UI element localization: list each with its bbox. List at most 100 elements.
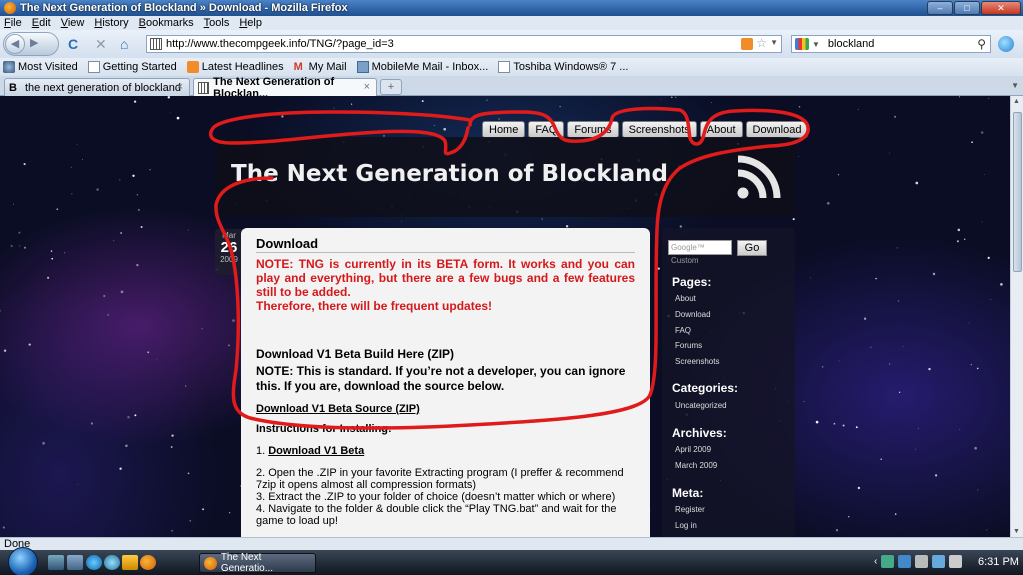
star — [889, 152, 891, 154]
download-beta-link[interactable]: Download V1 Beta — [268, 445, 364, 457]
tray-expand-icon[interactable]: ‹ — [874, 556, 877, 567]
url-text[interactable]: http://www.thecompgeek.info/TNG/?page_id… — [166, 38, 394, 50]
tray-battery-icon[interactable] — [898, 555, 912, 568]
firefox-icon[interactable] — [140, 555, 156, 570]
download-source-link[interactable]: Download V1 Beta Source (ZIP) — [256, 403, 420, 415]
scroll-up-icon[interactable]: ▲ — [1013, 98, 1020, 105]
site-title[interactable]: The Next Generation of Blockland — [231, 161, 668, 187]
star — [968, 322, 970, 324]
star — [281, 115, 284, 118]
menu-tools[interactable]: Tools — [204, 17, 230, 29]
vertical-scrollbar[interactable]: ▲ ▼ — [1010, 96, 1023, 537]
nav-home-button[interactable]: Home — [482, 121, 526, 138]
star — [897, 300, 900, 302]
nav-faq-button[interactable]: FAQ — [528, 121, 565, 138]
addon-icon[interactable] — [998, 36, 1014, 52]
internet-explorer-icon[interactable] — [86, 555, 102, 570]
sidebar-page-about[interactable]: About — [675, 294, 696, 303]
media-player-icon[interactable] — [104, 555, 120, 570]
url-dropdown-icon[interactable]: ▼ — [770, 38, 778, 47]
tab-download-page[interactable]: The Next Generation of Blocklan... × — [193, 76, 377, 100]
sidebar-page-faq[interactable]: FAQ — [675, 326, 691, 335]
site-favicon-icon — [150, 38, 162, 50]
star — [957, 228, 961, 232]
bookmark-my-mail[interactable]: M My Mail — [294, 61, 347, 73]
tray-volume-icon[interactable] — [949, 555, 963, 568]
star — [835, 529, 839, 532]
switch-windows-icon[interactable] — [67, 555, 83, 570]
sidebar: Google™ Custom Go Pages: About Download … — [662, 228, 795, 548]
back-button[interactable]: ◀ — [5, 34, 25, 54]
sidebar-archive-april-2009[interactable]: April 2009 — [675, 445, 711, 454]
bookmark-star-icon[interactable]: ☆ — [756, 36, 767, 50]
tab-blockland-search[interactable]: B the next generation of blockland × — [4, 78, 190, 96]
sidebar-archive-march-2009[interactable]: March 2009 — [675, 461, 717, 470]
start-button[interactable] — [8, 547, 38, 575]
menu-help[interactable]: Help — [239, 17, 262, 29]
search-go-button[interactable]: Go — [737, 240, 767, 256]
sidebar-page-forums[interactable]: Forums — [675, 341, 702, 350]
star — [981, 221, 983, 223]
bookmark-latest-headlines[interactable]: Latest Headlines — [186, 61, 284, 73]
sidebar-category-uncategorized[interactable]: Uncategorized — [675, 401, 727, 410]
show-desktop-icon[interactable] — [48, 555, 64, 570]
bookmark-getting-started[interactable]: Getting Started — [87, 61, 177, 73]
taskbar-firefox-window[interactable]: The Next Generatio... — [199, 552, 316, 574]
tab-bar: B the next generation of blockland × The… — [0, 76, 1023, 100]
search-bar[interactable]: ▼ blockland ⚲ — [791, 35, 991, 53]
menu-edit[interactable]: Edit — [32, 17, 51, 29]
star — [956, 240, 959, 243]
menu-bookmarks[interactable]: Bookmarks — [139, 17, 194, 29]
rss-feed-icon[interactable] — [735, 155, 781, 201]
scroll-down-icon[interactable]: ▼ — [1013, 528, 1020, 535]
star — [136, 193, 139, 196]
tray-wifi-icon[interactable] — [932, 555, 946, 568]
tab-close-icon[interactable]: × — [177, 81, 183, 93]
url-bar[interactable]: http://www.thecompgeek.info/TNG/?page_id… — [146, 35, 782, 53]
google-engine-icon[interactable] — [795, 38, 809, 50]
menu-view[interactable]: View — [61, 17, 85, 29]
star — [660, 99, 662, 100]
new-tab-button[interactable]: + — [380, 79, 402, 95]
google-custom-search-input[interactable]: Google™ Custom — [668, 240, 732, 265]
menu-file[interactable]: File — [4, 17, 22, 29]
reload-icon[interactable]: C — [68, 37, 78, 51]
sidebar-page-download[interactable]: Download — [675, 310, 711, 319]
home-icon[interactable]: ⌂ — [120, 37, 128, 51]
star — [915, 448, 916, 450]
rss-feed-icon[interactable] — [741, 38, 753, 50]
tray-app-icon[interactable] — [915, 555, 929, 568]
star — [870, 346, 872, 348]
bookmark-most-visited[interactable]: Most Visited — [3, 61, 78, 73]
nav-screenshots-button[interactable]: Screenshots — [621, 121, 697, 138]
bookmark-toshiba[interactable]: Toshiba Windows® 7 ... — [498, 61, 628, 73]
clock[interactable]: 6:31 PM — [978, 556, 1019, 568]
maximize-button[interactable]: □ — [954, 1, 980, 15]
star — [103, 294, 106, 298]
scrollbar-thumb[interactable] — [1013, 112, 1022, 272]
navigation-toolbar: ◀ ▶ C ✕ ⌂ http://www.thecompgeek.info/TN… — [0, 30, 1023, 58]
forward-button[interactable]: ▶ — [30, 36, 38, 49]
sidebar-page-screenshots[interactable]: Screenshots — [675, 357, 719, 366]
tab-close-icon[interactable]: × — [364, 81, 370, 93]
sidebar-meta-login[interactable]: Log in — [675, 521, 697, 530]
bookmark-mobileme[interactable]: MobileMe Mail - Inbox... — [356, 61, 488, 73]
folder-icon[interactable] — [122, 555, 138, 570]
close-window-button[interactable]: ✕ — [981, 1, 1021, 15]
star — [889, 363, 891, 365]
search-engine-dropdown-icon[interactable]: ▼ — [812, 40, 820, 49]
minimize-button[interactable]: – — [927, 1, 953, 15]
search-input[interactable]: blockland — [828, 38, 874, 50]
search-icon[interactable]: ⚲ — [977, 37, 986, 51]
tray-network-icon[interactable] — [881, 555, 895, 568]
updates-note: Therefore, there will be frequent update… — [256, 299, 493, 313]
menu-history[interactable]: History — [94, 17, 128, 29]
nav-forums-button[interactable]: Forums — [567, 121, 619, 138]
sidebar-meta-register[interactable]: Register — [675, 505, 705, 514]
star — [228, 512, 231, 514]
nav-about-button[interactable]: About — [699, 121, 743, 138]
stop-icon[interactable]: ✕ — [95, 37, 107, 51]
star — [798, 155, 799, 157]
nav-download-button[interactable]: Download — [745, 121, 809, 138]
tab-list-dropdown-icon[interactable]: ▼ — [1011, 81, 1019, 90]
